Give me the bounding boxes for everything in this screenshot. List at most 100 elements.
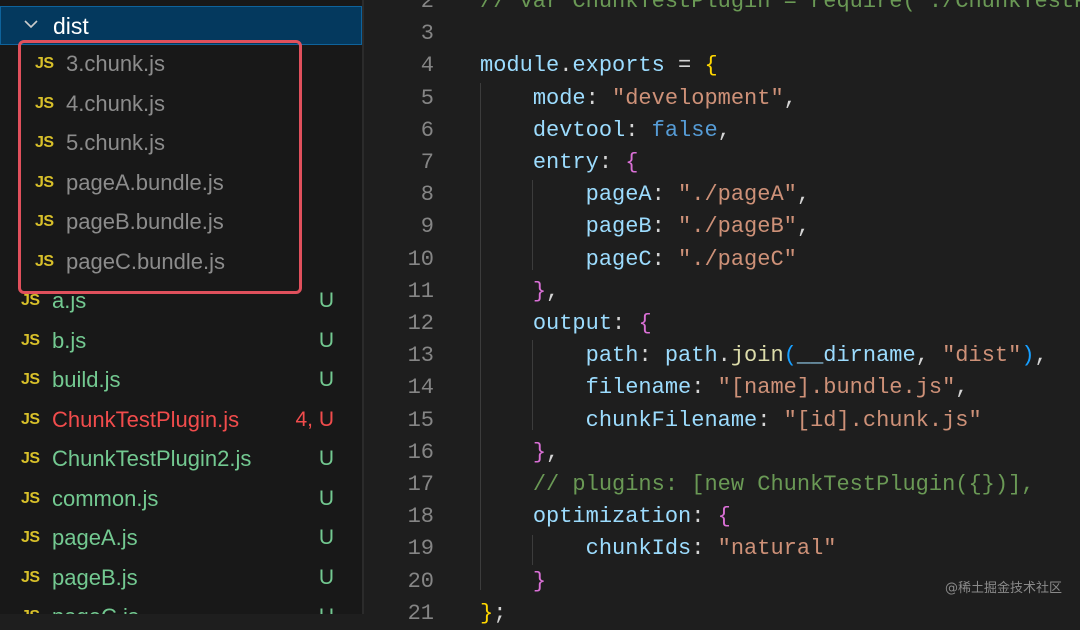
line-number: 12	[407, 311, 434, 336]
code-token: exports	[572, 53, 665, 79]
code-token: {	[625, 150, 639, 175]
javascript-file-icon: JS	[21, 608, 40, 614]
file-row[interactable]: JS common.js U	[0, 480, 362, 519]
highlight-annotation-box	[18, 40, 302, 294]
code-text: mode: "development",	[480, 83, 797, 115]
code-token: // var ChunkTestPlugin = require('./Chun…	[480, 0, 1080, 14]
code-token: :	[638, 343, 665, 369]
code-token: :	[585, 85, 613, 111]
chevron-down-icon[interactable]	[23, 16, 39, 32]
javascript-file-icon: JS	[21, 292, 40, 309]
code-line: 5 mode: "development",	[364, 83, 1080, 115]
code-token: ;	[493, 600, 507, 626]
code-token: :	[651, 182, 679, 208]
code-line: 13 path: path.join(__dirname, "dist"),	[364, 340, 1080, 372]
line-number: 13	[407, 343, 434, 369]
line-number: 16	[407, 439, 434, 465]
git-status-badge: U	[318, 486, 334, 510]
code-token: )	[1021, 343, 1035, 369]
code-line: 7 entry: {	[364, 147, 1080, 179]
file-name: ChunkTestPlugin.js	[52, 406, 240, 432]
code-text: },	[480, 437, 559, 469]
watermark: @稀土掘金技术社区	[944, 581, 1062, 596]
file-row[interactable]: JS ChunkTestPlugin.js 4, U	[0, 401, 362, 440]
code-token: ,	[546, 278, 560, 304]
code-text: // var ChunkTestPlugin = require('./Chun…	[480, 0, 1080, 18]
line-number: 9	[420, 214, 434, 240]
code-token: module	[480, 53, 560, 79]
code-token: .	[559, 53, 573, 79]
code-line: 16 },	[364, 437, 1080, 469]
line-number: 3	[420, 21, 434, 47]
code-token: path	[664, 343, 718, 369]
code-token: join	[730, 343, 784, 369]
code-token: "[id].chunk.js"	[783, 407, 982, 433]
code-text: pageB: "./pageB",	[480, 211, 810, 243]
line-number: 20	[407, 568, 434, 594]
code-token: (	[783, 343, 797, 369]
code-token: :	[691, 536, 718, 562]
code-token: // plugins: [new ChunkTestPlugin({})],	[532, 472, 1035, 497]
explorer-sidebar: dist JS 3.chunk.js JS 4.chunk.js JS 5.chunk.j…	[0, 0, 362, 614]
code-token: ,	[796, 214, 811, 240]
code-token: :	[598, 150, 626, 175]
code-token: "dist"	[942, 343, 1022, 369]
code-token: false	[651, 117, 718, 143]
code-token: :	[612, 311, 639, 336]
line-number: 6	[420, 117, 434, 143]
code-text: output: {	[480, 308, 652, 340]
code-line: 17 // plugins: [new ChunkTestPlugin({})]…	[364, 469, 1080, 501]
code-editor[interactable]: 2 // var ChunkTestPlugin = require('./Chu…	[364, 0, 1080, 626]
code-token: {	[638, 311, 652, 336]
code-text: filename: "[name].bundle.js",	[480, 372, 969, 404]
file-row[interactable]: JS b.js U	[0, 322, 362, 361]
code-line: 11 },	[364, 276, 1080, 308]
code-token: }	[532, 568, 547, 594]
code-token: pageA	[585, 182, 652, 208]
folder-label: dist	[53, 13, 89, 39]
file-row[interactable]: JS ChunkTestPlugin2.js U	[0, 440, 362, 479]
git-status-badge: U	[318, 368, 334, 391]
code-text: path: path.join(__dirname, "dist"),	[480, 340, 1048, 372]
javascript-file-icon: JS	[21, 410, 40, 428]
code-text: pageA: "./pageA",	[480, 179, 810, 211]
code-line: 19 chunkIds: "natural"	[364, 533, 1080, 565]
code-token: :	[691, 375, 718, 401]
file-name: common.js	[52, 485, 159, 511]
code-token: "./pageB"	[678, 214, 797, 240]
code-text: chunkFilename: "[id].chunk.js"	[480, 405, 982, 437]
git-status-badge: 4, U	[295, 407, 334, 431]
file-row[interactable]: JS pageA.js U	[0, 519, 362, 558]
file-name: ChunkTestPlugin2.js	[52, 446, 252, 471]
line-number: 10	[407, 246, 434, 272]
code-token: entry	[532, 150, 599, 175]
line-number: 7	[420, 150, 434, 175]
code-token: :	[651, 246, 679, 272]
file-row[interactable]: JS pageB.js U	[0, 559, 362, 598]
code-line: 8 pageA: "./pageA",	[364, 179, 1080, 211]
javascript-file-icon: JS	[21, 529, 40, 546]
javascript-file-icon: JS	[21, 450, 40, 467]
git-status-badge: U	[318, 447, 334, 470]
code-token: mode	[532, 85, 586, 111]
code-line: 10 pageC: "./pageC"	[364, 244, 1080, 276]
code-token: :	[651, 214, 679, 240]
code-line: 12 output: {	[364, 308, 1080, 340]
code-token: "[name].bundle.js"	[717, 375, 956, 401]
code-token: =	[664, 53, 705, 79]
line-number: 14	[407, 375, 434, 401]
code-line: 2 // var ChunkTestPlugin = require('./Chu…	[364, 0, 1080, 18]
code-text: module.exports = {	[480, 50, 718, 82]
file-row[interactable]: JS build.js U	[0, 361, 362, 400]
file-name: pageB.js	[52, 564, 138, 590]
code-line: 15 chunkFilename: "[id].chunk.js"	[364, 405, 1080, 437]
code-token: ,	[955, 375, 969, 401]
file-name: b.js	[52, 327, 87, 353]
file-row[interactable]: JS pageC.js U	[0, 598, 362, 614]
git-status-badge: U	[318, 526, 334, 549]
code-line: 6 devtool: false,	[364, 115, 1080, 147]
code-line: 4 module.exports = {	[364, 50, 1080, 82]
code-line: 18 optimization: {	[364, 501, 1080, 533]
